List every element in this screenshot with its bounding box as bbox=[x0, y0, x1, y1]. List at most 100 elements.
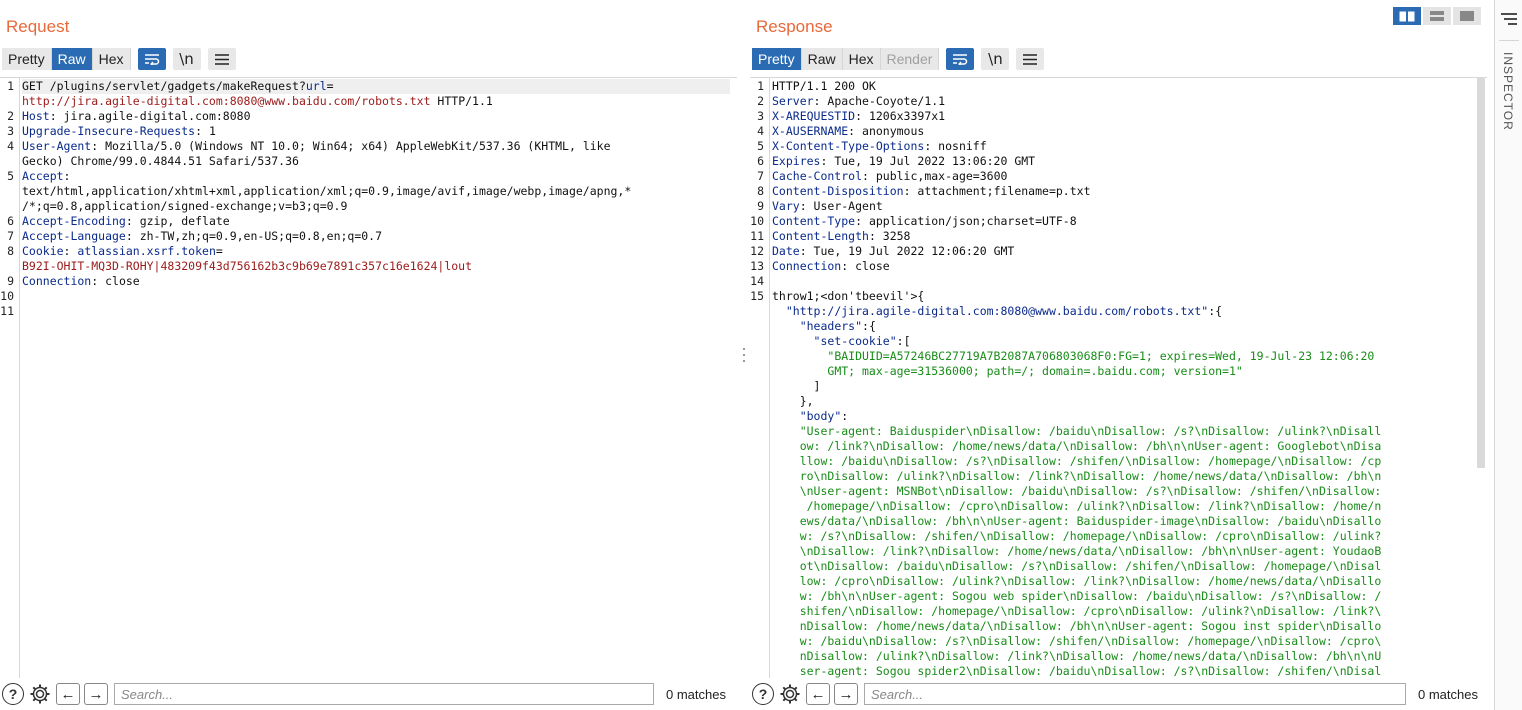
inspector-label[interactable]: INSPECTOR bbox=[1501, 52, 1515, 131]
code-line[interactable]: X-Content-Type-Options: nosniff bbox=[772, 139, 987, 154]
help-icon[interactable]: ? bbox=[752, 683, 774, 705]
code-line[interactable]: Cookie: atlassian.xsrf.token= bbox=[22, 244, 223, 259]
code-line[interactable]: throw1;<don'tbeevil'>{ bbox=[772, 289, 924, 304]
code-line[interactable]: X-AREQUESTID: 1206x3397x1 bbox=[772, 109, 945, 124]
code-line[interactable]: ow: /link?\nDisallow: /home/news/data/\n… bbox=[772, 439, 1382, 454]
code-line[interactable]: ro\nDisallow: /ulink?\nDisallow: /link?\… bbox=[772, 469, 1382, 484]
code-line[interactable]: w: /bh\n\nUser-agent: Sogou web spider\n… bbox=[772, 589, 1382, 604]
request-tab-pretty[interactable]: Pretty bbox=[2, 48, 52, 70]
word-wrap-icon[interactable] bbox=[137, 48, 166, 70]
code-line[interactable]: Accept-Language: zh-TW,zh;q=0.9,en-US;q=… bbox=[22, 229, 382, 244]
code-line[interactable]: Accept-Encoding: gzip, deflate bbox=[22, 214, 230, 229]
code-line[interactable]: /homepage/\nDisallow: /cpro\nDisallow: /… bbox=[772, 499, 1382, 514]
request-tab-hex[interactable]: Hex bbox=[92, 48, 131, 70]
line-number: 7 bbox=[757, 169, 764, 183]
code-token: : gzip, deflate bbox=[125, 214, 230, 228]
code-line[interactable]: Server: Apache-Coyote/1.1 bbox=[772, 94, 945, 109]
code-line[interactable]: HTTP/1.1 200 OK bbox=[772, 79, 876, 94]
code-line[interactable]: Gecko) Chrome/99.0.4844.51 Safari/537.36 bbox=[22, 154, 299, 169]
newline-icon[interactable]: \n bbox=[172, 48, 201, 70]
back-arrow-icon[interactable]: ← bbox=[56, 683, 80, 705]
code-line[interactable]: Upgrade-Insecure-Requests: 1 bbox=[22, 124, 216, 139]
code-line[interactable]: Accept: bbox=[22, 169, 70, 184]
code-line[interactable]: ] bbox=[772, 379, 821, 394]
code-token: "http://jira.agile-digital.com:8080@www.… bbox=[785, 304, 1209, 318]
code-line[interactable]: GET /plugins/servlet/gadgets/makeRequest… bbox=[22, 79, 730, 94]
response-title: Response bbox=[756, 17, 833, 36]
response-tab-raw[interactable]: Raw bbox=[801, 48, 843, 70]
code-line[interactable]: \nDisallow: /link?\nDisallow: /home/news… bbox=[772, 544, 1382, 559]
response-tab-hex[interactable]: Hex bbox=[842, 48, 881, 70]
inspector-menu-icon[interactable] bbox=[1501, 13, 1517, 31]
code-line[interactable]: w: /baidu\nDisallow: /s?\nDisallow: /shi… bbox=[772, 634, 1382, 649]
line-number: 9 bbox=[7, 274, 14, 288]
response-search-input[interactable]: Search... bbox=[864, 683, 1406, 705]
code-line[interactable]: "headers":{ bbox=[772, 319, 876, 334]
code-line[interactable]: Vary: User-Agent bbox=[772, 199, 883, 214]
code-line[interactable]: GMT; max-age=31536000; path=/; domain=.b… bbox=[772, 364, 1242, 379]
code-line[interactable]: "User-agent: Baiduspider\nDisallow: /bai… bbox=[772, 424, 1382, 439]
code-line[interactable]: shifen/\nDisallow: /homepage/\nDisallow:… bbox=[772, 604, 1382, 619]
code-line[interactable]: X-AUSERNAME: anonymous bbox=[772, 124, 924, 139]
code-line[interactable]: Content-Type: application/json;charset=U… bbox=[772, 214, 1077, 229]
word-wrap-icon[interactable] bbox=[946, 48, 975, 70]
code-token: Accept-Language bbox=[22, 229, 126, 243]
code-line[interactable]: nDisallow: /home/news/data/\nDisallow: /… bbox=[772, 619, 1382, 634]
code-line[interactable]: text/html,application/xhtml+xml,applicat… bbox=[22, 184, 631, 199]
code-line[interactable]: Content-Disposition: attachment;filename… bbox=[772, 184, 1091, 199]
code-line[interactable]: nDisallow: /ulink?\nDisallow: /link?\nDi… bbox=[772, 649, 1382, 664]
code-line[interactable]: ot\nDisallow: /baidu\nDisallow: /s?\nDis… bbox=[772, 559, 1382, 574]
code-token: throw1;<don'tbeevil'>{ bbox=[772, 289, 925, 303]
code-token: :{ bbox=[862, 319, 876, 333]
layout-side-by-side-icon[interactable] bbox=[1393, 7, 1421, 25]
code-line[interactable]: http://jira.agile-digital.com:8080@www.b… bbox=[22, 94, 493, 109]
help-icon[interactable]: ? bbox=[2, 683, 24, 705]
code-line[interactable]: Expires: Tue, 19 Jul 2022 13:06:20 GMT bbox=[772, 154, 1035, 169]
layout-stacked-icon[interactable] bbox=[1423, 7, 1451, 25]
code-line[interactable]: ews/data/\nDisallow: /bh\n\nUser-agent: … bbox=[772, 514, 1382, 529]
line-number: 10 bbox=[0, 289, 14, 303]
code-line[interactable]: Date: Tue, 19 Jul 2022 12:06:20 GMT bbox=[772, 244, 1014, 259]
code-line[interactable]: Cache-Control: public,max-age=3600 bbox=[772, 169, 1007, 184]
code-line[interactable]: "set-cookie":[ bbox=[772, 334, 911, 349]
response-editor[interactable]: 1 2 3 4 5 6 7 8 9 10 11 12 13 14 15 HTTP/1.1 200 OK Ser… bbox=[750, 77, 1487, 678]
code-token: "headers" bbox=[799, 319, 863, 333]
code-line[interactable]: llow: /baidu\nDisallow: /s?\nDisallow: /… bbox=[772, 454, 1382, 469]
code-line[interactable]: Connection: close bbox=[22, 274, 140, 289]
pane-splitter[interactable] bbox=[742, 348, 746, 362]
gear-icon[interactable] bbox=[778, 682, 802, 706]
code-line[interactable]: low: /cpro\nDisallow: /ulink?\nDisallow:… bbox=[772, 574, 1382, 589]
response-tab-pretty[interactable]: Pretty bbox=[752, 48, 802, 70]
menu-icon[interactable] bbox=[1016, 48, 1045, 70]
gear-icon[interactable] bbox=[28, 682, 52, 706]
code-line[interactable]: Host: jira.agile-digital.com:8080 bbox=[22, 109, 251, 124]
code-line[interactable]: \nUser-agent: MSNBot\nDisallow: /baidu\n… bbox=[772, 484, 1382, 499]
code-line[interactable]: Connection: close bbox=[772, 259, 890, 274]
code-line[interactable]: ser-agent: Sogou spider2\nDisallow: /bai… bbox=[772, 664, 1382, 679]
code-line[interactable]: "http://jira.agile-digital.com:8080@www.… bbox=[772, 304, 1222, 319]
newline-icon[interactable]: \n bbox=[981, 48, 1010, 70]
code-token: \nDisallow: /link?\nDisallow: /home/news… bbox=[772, 544, 1382, 558]
forward-arrow-icon[interactable]: → bbox=[84, 683, 108, 705]
line-number: 6 bbox=[757, 154, 764, 168]
code-token: HTTP/1.1 bbox=[430, 94, 493, 108]
code-line[interactable]: "body": bbox=[772, 409, 848, 424]
code-line[interactable]: /*;q=0.8,application/signed-exchange;v=b… bbox=[22, 199, 347, 214]
forward-arrow-icon[interactable]: → bbox=[834, 683, 858, 705]
code-token: nDisallow: /home/news/data/\nDisallow: /… bbox=[772, 619, 1382, 633]
request-search-input[interactable]: Search... bbox=[114, 683, 654, 705]
back-arrow-icon[interactable]: ← bbox=[806, 683, 830, 705]
code-line[interactable]: w: /s?\nDisallow: /shifen/\nDisallow: /h… bbox=[772, 529, 1382, 544]
response-tab-render[interactable]: Render bbox=[880, 48, 940, 70]
code-line[interactable]: Content-Length: 3258 bbox=[772, 229, 910, 244]
code-line[interactable]: }, bbox=[772, 394, 814, 409]
response-scrollbar[interactable] bbox=[1477, 78, 1485, 468]
inspector-sidebar[interactable]: INSPECTOR bbox=[1494, 0, 1522, 710]
request-tab-raw[interactable]: Raw bbox=[51, 48, 93, 70]
code-line[interactable]: B92I-OHIT-MQ3D-ROHY|483209f43d756162b3c9… bbox=[22, 259, 472, 274]
code-line[interactable]: "BAIDUID=A57246BC27719A7B2087A706803068F… bbox=[772, 349, 1374, 364]
layout-tabs-icon[interactable] bbox=[1453, 7, 1481, 25]
menu-icon[interactable] bbox=[207, 48, 236, 70]
code-line[interactable]: User-Agent: Mozilla/5.0 (Windows NT 10.0… bbox=[22, 139, 611, 154]
request-editor[interactable]: 1 2 3 4 5 6 7 8 9 10 11 GET /plugins/servlet/gadge… bbox=[0, 77, 737, 678]
